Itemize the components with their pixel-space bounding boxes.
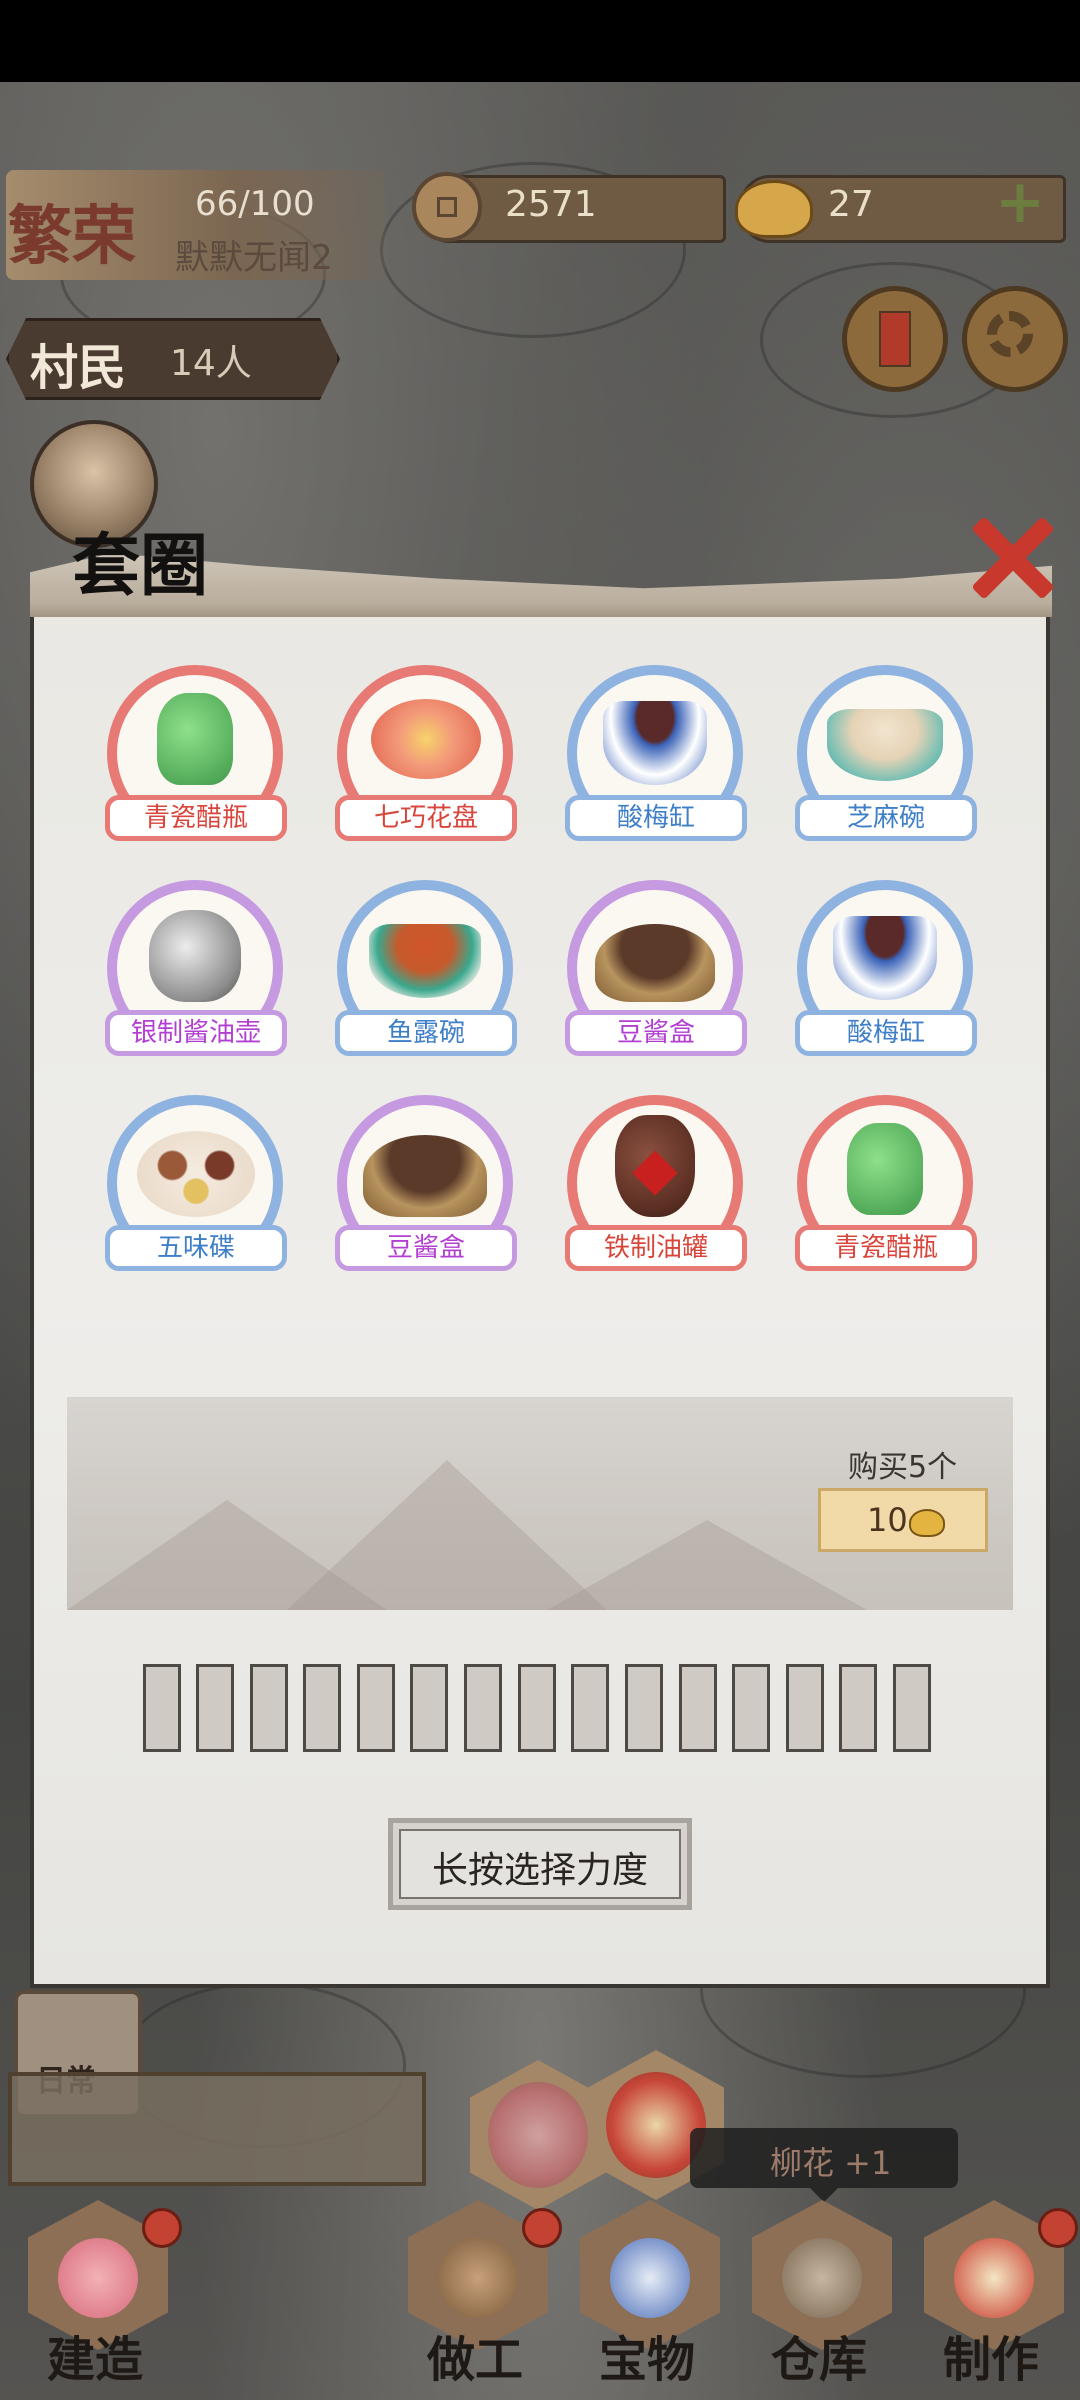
prize-label: 青瓷醋瓶 [105, 795, 287, 841]
prize-label: 青瓷醋瓶 [795, 1225, 977, 1271]
prize-item[interactable]: 五味碟 [101, 1095, 291, 1285]
prize-label: 七巧花盘 [335, 795, 517, 841]
scroll-icon [879, 311, 911, 367]
ring-slot [464, 1664, 502, 1752]
green-celadon-vinegar-bottle-icon [157, 693, 233, 785]
prize-label: 酸梅缸 [565, 795, 747, 841]
ring-slot [303, 1664, 341, 1752]
ring-slot [732, 1664, 770, 1752]
prize-item[interactable]: 青瓷醋瓶 [791, 1095, 981, 1285]
prize-label: 豆酱盒 [565, 1010, 747, 1056]
notice-button[interactable] [842, 286, 948, 392]
sesame-bowl-icon [827, 709, 943, 781]
prize-item[interactable]: 七巧花盘 [331, 665, 521, 855]
villager-count: 14人 [170, 343, 252, 384]
ring-slot [196, 1664, 234, 1752]
prize-item[interactable]: 芝麻碗 [791, 665, 981, 855]
reward-toast: 柳花 +1 [690, 2128, 958, 2202]
nav-craft[interactable]: 制作 [906, 2200, 1078, 2400]
gear-icon [987, 311, 1033, 357]
ring-slot [518, 1664, 556, 1752]
build-badge [142, 2208, 182, 2248]
panel-title: 套圈 [72, 526, 209, 606]
fish-sauce-bowl-icon [369, 924, 481, 998]
ring-slot [625, 1664, 663, 1752]
bottom-bar: 日常 柳花 +1 建造 做工 宝物 仓库 制作 [0, 1990, 1080, 2400]
close-button[interactable] [962, 510, 1058, 606]
prize-item[interactable]: 豆酱盒 [561, 880, 751, 1070]
nav-treasure-label: 宝物 [598, 2332, 695, 2388]
gold-ingot-icon [909, 1509, 945, 1537]
ring-slot [679, 1664, 717, 1752]
nav-treasure[interactable]: 宝物 [562, 2200, 732, 2400]
copper-coin-icon [412, 172, 482, 242]
ring-slot [250, 1664, 288, 1752]
ring-slot [143, 1664, 181, 1752]
prize-item[interactable]: 青瓷醋瓶 [101, 665, 291, 855]
nav-build-label: 建造 [46, 2332, 143, 2388]
long-press-throw-button[interactable]: 长按选择力度 [388, 1818, 692, 1910]
prize-item[interactable]: 豆酱盒 [331, 1095, 521, 1285]
prize-label: 豆酱盒 [335, 1225, 517, 1271]
prize-item[interactable]: 鱼露碗 [331, 880, 521, 1070]
ring-slot [893, 1664, 931, 1752]
prize-item[interactable]: 酸梅缸 [791, 880, 981, 1070]
gold-ingot-value: 27 [828, 184, 874, 225]
green-celadon-vinegar-bottle-icon [847, 1123, 923, 1215]
copper-coin-value: 2571 [505, 184, 597, 225]
prize-label: 芝麻碗 [795, 795, 977, 841]
flower-plate-icon [371, 699, 481, 779]
ring-slot [786, 1664, 824, 1752]
bean-paste-box-icon [363, 1135, 487, 1217]
prize-item[interactable]: 银制酱油壶 [101, 880, 291, 1070]
settings-button[interactable] [962, 286, 1068, 392]
nav-build[interactable]: 建造 [10, 2200, 182, 2400]
daily-task-box[interactable] [8, 2072, 426, 2186]
nav-work-label: 做工 [426, 2332, 523, 2388]
settlement-rank: 默默无闻2 [175, 238, 333, 278]
ring-slot [357, 1664, 395, 1752]
nav-work[interactable]: 做工 [390, 2200, 562, 2400]
ring-slot [410, 1664, 448, 1752]
add-ingot-icon[interactable]: + [992, 172, 1048, 232]
prize-label: 酸梅缸 [795, 1010, 977, 1056]
action-button-label: 长按选择力度 [431, 1850, 648, 1891]
silver-soy-sauce-pot-icon [149, 910, 241, 1002]
prize-label: 五味碟 [105, 1225, 287, 1271]
villager-label: 村民 [30, 340, 127, 396]
nav-warehouse[interactable]: 仓库 [734, 2200, 904, 2400]
buy-rings-button[interactable]: 10 [818, 1488, 988, 1552]
bean-paste-box-icon [595, 924, 715, 1002]
bracelet-item-icon[interactable] [470, 2060, 606, 2210]
prize-item[interactable]: 酸梅缸 [561, 665, 751, 855]
nav-warehouse-label: 仓库 [770, 2332, 867, 2388]
nav-craft-label: 制作 [942, 2332, 1039, 2388]
work-badge [522, 2208, 562, 2248]
settlement-name: 繁荣 [8, 199, 136, 274]
ring-slot [571, 1664, 609, 1752]
toast-text: 柳花 +1 [770, 2144, 892, 2182]
ring-slot [839, 1664, 877, 1752]
buy-price: 10 [867, 1501, 908, 1539]
blue-white-bowl-icon [603, 701, 707, 785]
prize-item[interactable]: 铁制油罐 [561, 1095, 751, 1285]
buy-quantity-label: 购买5个 [848, 1450, 958, 1485]
prize-label: 鱼露碗 [335, 1010, 517, 1056]
prize-label: 银制酱油壶 [105, 1010, 287, 1056]
gold-ingot-icon [735, 180, 813, 238]
prize-label: 铁制油罐 [565, 1225, 747, 1271]
prosperity-progress: 66/100 [195, 184, 315, 224]
blue-white-bowl-icon [833, 916, 937, 1000]
five-flavor-dish-icon [137, 1131, 255, 1217]
craft-badge [1038, 2208, 1078, 2248]
